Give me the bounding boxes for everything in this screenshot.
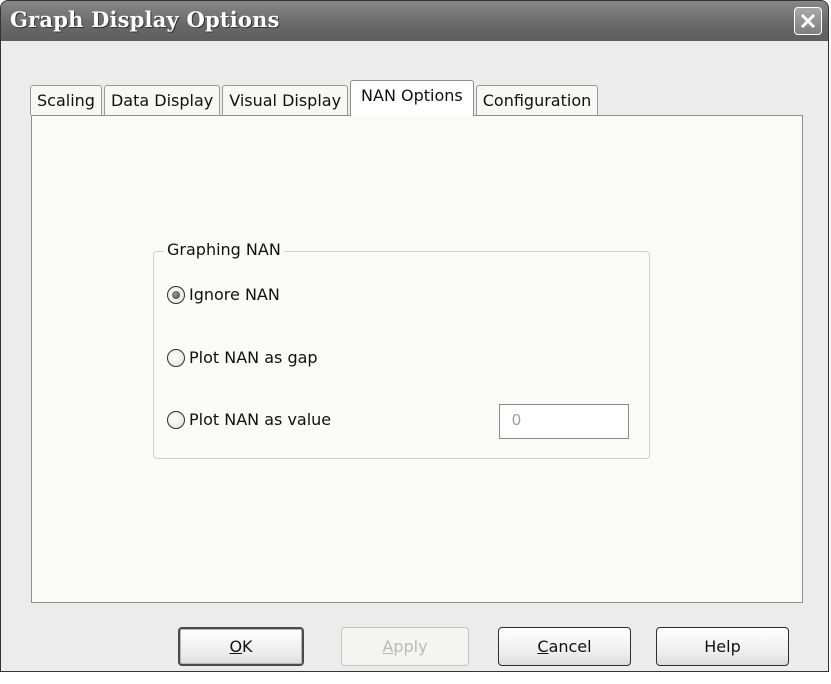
close-icon (800, 13, 816, 29)
tab-strip: Scaling Data Display Visual Display NAN … (30, 80, 600, 116)
graphing-nan-group: Graphing NAN Ignore NAN Plot NAN as gap … (153, 240, 650, 459)
tab-configuration[interactable]: Configuration (475, 85, 599, 115)
cancel-button[interactable]: Cancel (498, 627, 631, 666)
help-button[interactable]: Help (656, 627, 789, 666)
apply-accelerator: A (382, 637, 394, 656)
tab-label: NAN Options (361, 86, 463, 105)
tab-panel-nan-options: Graphing NAN Ignore NAN Plot NAN as gap … (31, 115, 803, 603)
group-label: Graphing NAN (164, 240, 284, 259)
tab-label: Visual Display (229, 91, 342, 110)
tab-data-display[interactable]: Data Display (103, 85, 221, 115)
apply-label: pply (393, 637, 428, 656)
radio-button[interactable] (167, 410, 185, 429)
tab-visual-display[interactable]: Visual Display (222, 85, 349, 115)
ok-button[interactable]: OK (178, 627, 304, 666)
radio-plot-nan-as-value[interactable]: Plot NAN as value (167, 410, 331, 429)
radio-dot-icon (172, 290, 180, 299)
radio-plot-nan-as-gap[interactable]: Plot NAN as gap (167, 348, 318, 367)
tab-scaling[interactable]: Scaling (30, 85, 102, 115)
ok-accelerator: O (229, 637, 243, 656)
title-bar[interactable]: Graph Display Options (1, 1, 828, 41)
radio-label: Plot NAN as value (189, 410, 332, 429)
radio-label: Plot NAN as gap (189, 348, 318, 367)
close-button[interactable] (794, 7, 822, 35)
tab-label: Scaling (37, 91, 95, 110)
ok-label: K (242, 637, 253, 656)
help-label: Help (704, 637, 741, 656)
tab-label: Data Display (110, 91, 214, 110)
dialog-window: Graph Display Options Scaling Data Displ… (0, 0, 829, 672)
cancel-label: ancel (548, 637, 592, 656)
tab-nan-options[interactable]: NAN Options (350, 80, 474, 116)
radio-button-checked[interactable] (167, 285, 185, 304)
radio-button[interactable] (167, 348, 185, 367)
radio-ignore-nan[interactable]: Ignore NAN (167, 285, 280, 304)
cancel-accelerator: C (537, 637, 549, 656)
window-title: Graph Display Options (10, 7, 280, 32)
nan-value-input[interactable]: 0 (499, 404, 629, 439)
tab-label: Configuration (482, 91, 592, 110)
radio-label: Ignore NAN (189, 285, 280, 304)
apply-button[interactable]: Apply (341, 627, 469, 666)
